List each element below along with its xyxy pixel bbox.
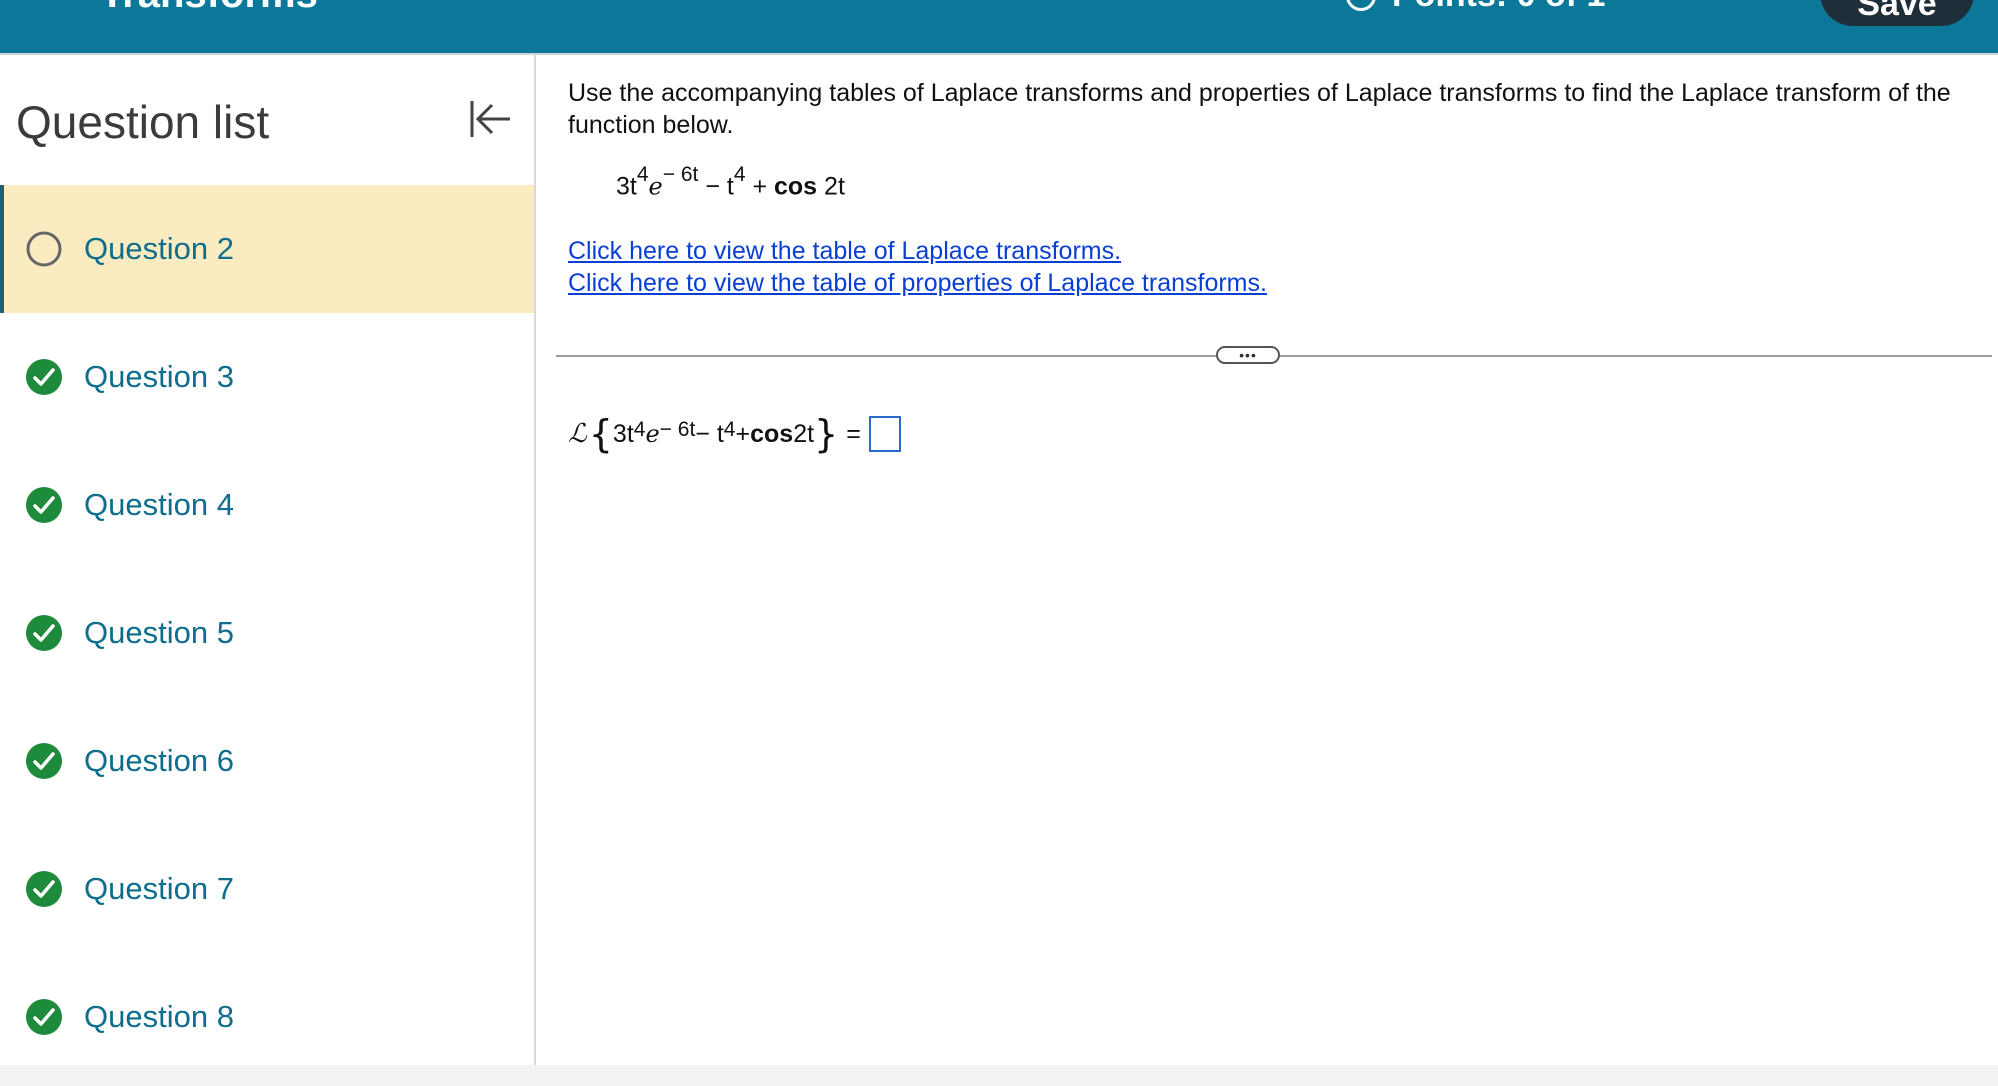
reference-links: Click here to view the table of Laplace … [568, 235, 1267, 299]
check-circle-icon [25, 486, 63, 524]
question-item-8[interactable]: Question 8 [0, 953, 534, 1081]
check-circle-icon [25, 358, 63, 396]
check-circle-icon [25, 870, 63, 908]
laplace-table-link[interactable]: Click here to view the table of Laplace … [568, 235, 1267, 267]
laplace-symbol: ℒ [568, 419, 587, 449]
question-label: Question 5 [84, 615, 234, 650]
points-indicator: Points: 0 of 1 [1346, 0, 1605, 15]
question-item-6[interactable]: Question 6 [0, 697, 534, 825]
answer-term-arg: 2t [793, 419, 815, 448]
answer-term-exponent: − 6t [659, 418, 696, 441]
properties-table-link[interactable]: Click here to view the table of properti… [568, 267, 1267, 299]
term-exponent: 4 [733, 163, 746, 186]
points-label: Points: 0 of 1 [1392, 0, 1605, 15]
term-arg: 2t [817, 172, 845, 201]
close-brace: } [814, 412, 839, 456]
check-circle-icon [25, 998, 63, 1036]
question-item-2[interactable]: Question 2 [0, 185, 534, 313]
term-e: e [648, 172, 663, 201]
question-list: Question 2 Question 3 Question 4 Questio… [0, 185, 534, 1081]
answer-input[interactable] [868, 416, 901, 452]
points-ring-icon [1346, 0, 1376, 11]
assignment-title: Transforms [100, 0, 318, 17]
question-label: Question 8 [84, 999, 234, 1034]
answer-term-cos: cos [750, 419, 794, 448]
answer-row: ℒ { 3t 4 e − 6t − t4 + cos 2t } = [568, 415, 901, 453]
question-prompt: Use the accompanying tables of Laplace t… [568, 79, 1951, 139]
term-exponent: − 6t [662, 163, 699, 186]
question-item-3[interactable]: Question 3 [0, 313, 534, 441]
answer-term-coef: 3t [612, 419, 634, 448]
question-content: Use the accompanying tables of Laplace t… [536, 55, 1998, 1065]
question-list-panel: Question list Question 2 Question 3 Ques… [0, 55, 536, 1065]
expand-more-button[interactable]: ••• [1216, 346, 1280, 364]
term-coef: 3t [616, 172, 637, 201]
answer-term-plus: + [735, 419, 751, 448]
unanswered-circle-icon [25, 230, 63, 268]
check-circle-icon [25, 742, 63, 780]
term-cos: cos [774, 172, 818, 201]
question-label: Question 6 [84, 743, 234, 778]
collapse-sidebar-icon[interactable] [464, 93, 516, 145]
check-circle-icon [25, 614, 63, 652]
term-plus: + [745, 172, 774, 201]
question-label: Question 3 [84, 359, 234, 394]
question-item-4[interactable]: Question 4 [0, 441, 534, 569]
answer-term-exponent: 4 [723, 418, 736, 441]
question-label: Question 2 [84, 231, 234, 266]
term-minus-t: − t [698, 172, 734, 201]
term-exponent: 4 [636, 163, 649, 186]
question-label: Question 7 [84, 871, 234, 906]
question-label: Question 4 [84, 487, 234, 522]
top-banner: Transforms Points: 0 of 1 Save [0, 0, 1998, 53]
answer-term-exponent: 4 [633, 418, 646, 441]
answer-term-minus-t: − t [695, 419, 724, 448]
save-button[interactable]: Save [1820, 0, 1974, 26]
question-item-7[interactable]: Question 7 [0, 825, 534, 953]
function-expression: 3t4e− 6t − t4 + cos 2t [616, 163, 845, 201]
equals-sign: = [846, 419, 861, 448]
question-item-5[interactable]: Question 5 [0, 569, 534, 697]
question-list-title: Question list [16, 96, 270, 148]
open-brace: { [588, 412, 613, 456]
answer-term-e: e [645, 420, 660, 448]
